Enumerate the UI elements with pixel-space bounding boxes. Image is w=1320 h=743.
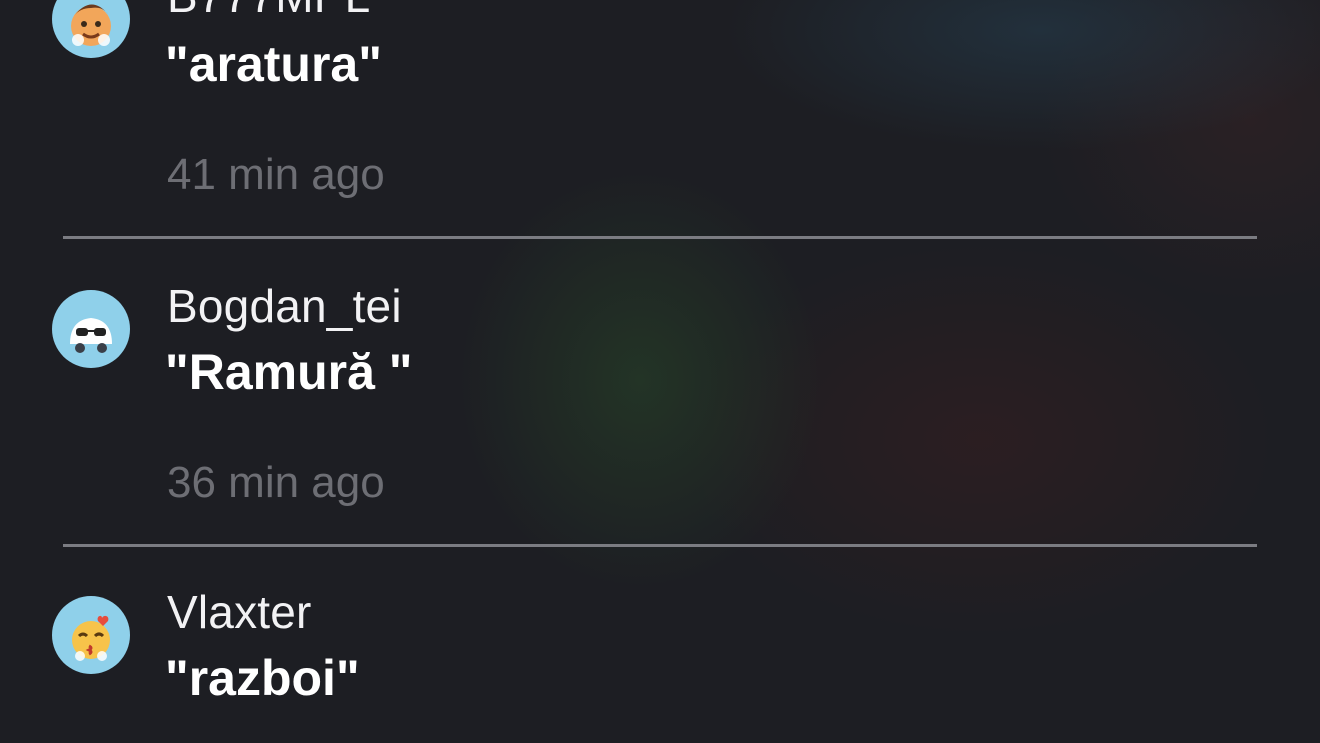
comment-item[interactable]: Vlaxter "razboi"	[0, 548, 1320, 743]
guessed-word: "aratura"	[165, 36, 382, 92]
wazer-kiss-icon[interactable]	[52, 596, 130, 674]
comment-item[interactable]: Bogdan_tei "Ramură " 36 min ago	[0, 240, 1320, 548]
comment-timestamp: 36 min ago	[167, 458, 385, 507]
comment-timestamp: 41 min ago	[167, 150, 385, 199]
divider	[63, 236, 1257, 239]
comment-username[interactable]: Vlaxter	[167, 586, 312, 638]
comment-username[interactable]: B777MPL	[167, 0, 370, 22]
comment-username[interactable]: Bogdan_tei	[167, 280, 402, 332]
guessed-word: "Ramură "	[165, 344, 413, 400]
divider	[63, 544, 1257, 547]
comments-screen: B777MPL "aratura" 41 min ago Bogdan_tei …	[0, 0, 1320, 743]
comment-item[interactable]: B777MPL "aratura" 41 min ago	[0, 0, 1320, 240]
wazer-face-icon[interactable]	[52, 0, 130, 58]
wazer-sunglasses-icon[interactable]	[52, 290, 130, 368]
guessed-word: "razboi"	[165, 650, 360, 706]
